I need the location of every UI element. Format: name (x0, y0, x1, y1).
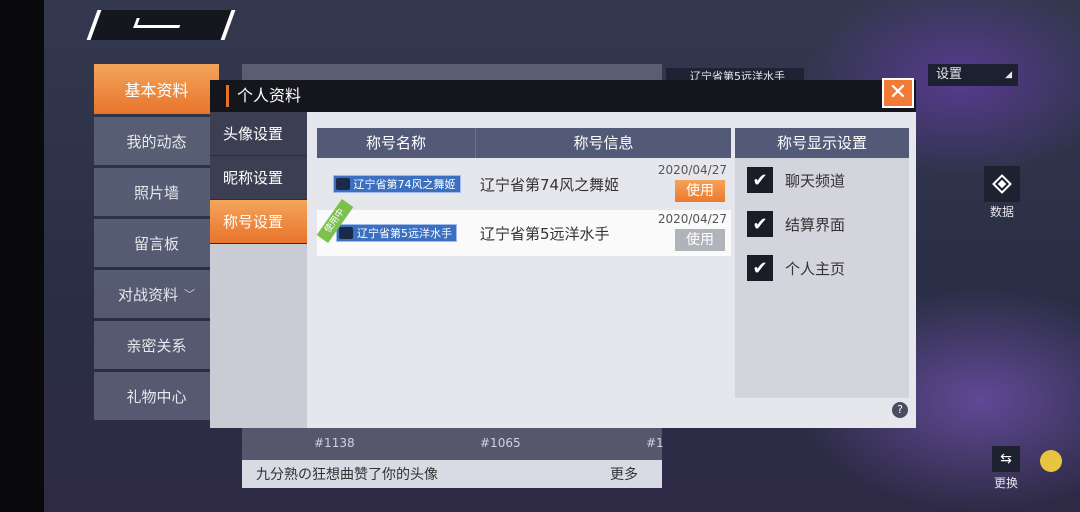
profile-modal: 个人资料 ✕ 头像设置 昵称设置 称号设置 称号名称 称号信息 辽宁省第74风之… (210, 78, 916, 428)
tab-title-settings[interactable]: 称号设置 (210, 200, 307, 244)
side-item-relationships[interactable]: 亲密关系 (94, 321, 219, 369)
title-info: 辽宁省第5远洋水手 (480, 224, 610, 243)
activity-message: 九分熟の狂想曲赞了你的头像 (256, 467, 438, 483)
tab-nickname-settings[interactable]: 昵称设置 (210, 156, 307, 200)
header-title-name: 称号名称 (317, 128, 476, 158)
checkbox-checked-icon[interactable]: ✔ (747, 167, 773, 193)
help-icon[interactable]: ? (892, 402, 908, 418)
title-badge: 辽宁省第74风之舞姬 (332, 175, 461, 193)
chevron-down-icon: ﹀ (184, 288, 195, 301)
emblem-icon (335, 178, 350, 190)
close-icon: ✕ (888, 80, 908, 105)
title-date: 2020/04/27 (657, 212, 727, 226)
back-arrow-icon (133, 18, 183, 28)
option-chat-channel[interactable]: ✔ 聊天频道 (735, 158, 909, 202)
dropdown-triangle-icon: ◢ (1005, 70, 1012, 80)
side-item-gift-center[interactable]: 礼物中心 (94, 372, 219, 420)
modal-header: 个人资料 ✕ (210, 78, 916, 112)
checkbox-checked-icon[interactable]: ✔ (747, 211, 773, 237)
table-row[interactable]: 使用中 辽宁省第5远洋水手 辽宁省第5远洋水手 2020/04/27 使用 (316, 198, 731, 256)
profile-side-nav: 基本资料 我的动态 照片墙 留言板 对战资料 ﹀ 亲密关系 礼物中心 (94, 64, 219, 423)
bg-id-label: #1138 (314, 436, 355, 450)
header-title-info: 称号信息 (573, 134, 634, 152)
side-item-battle-info[interactable]: 对战资料 ﹀ (94, 270, 219, 318)
swap-button[interactable]: ⇆ (992, 446, 1020, 472)
side-item-message-board[interactable]: 留言板 (94, 219, 219, 267)
data-button[interactable] (984, 166, 1020, 202)
bg-id-label: #1 (646, 436, 664, 450)
table-row[interactable]: 辽宁省第74风之舞姬 辽宁省第74风之舞姬 2020/04/27 使用 (317, 161, 731, 207)
decorative-orb (1040, 450, 1062, 472)
diamond-icon (992, 174, 1012, 194)
title-table: 称号名称 称号信息 辽宁省第74风之舞姬 辽宁省第74风之舞姬 2020/04/… (316, 128, 731, 256)
option-settlement-screen[interactable]: ✔ 结算界面 (735, 202, 909, 246)
settings-dropdown[interactable]: 设置 ◢ (928, 64, 1018, 86)
modal-title: 个人资料 (226, 85, 301, 107)
title-display-settings: 称号显示设置 ✔ 聊天频道 ✔ 结算界面 ✔ 个人主页 (735, 128, 909, 398)
swap-icon: ⇆ (1000, 451, 1012, 467)
display-settings-header: 称号显示设置 (735, 128, 909, 158)
side-item-photo-wall[interactable]: 照片墙 (94, 168, 219, 216)
use-button[interactable]: 使用 (675, 180, 725, 202)
tab-avatar-settings[interactable]: 头像设置 (210, 112, 307, 156)
screen-edge (0, 0, 44, 512)
checkbox-checked-icon[interactable]: ✔ (747, 255, 773, 281)
option-personal-homepage[interactable]: ✔ 个人主页 (735, 246, 909, 290)
emblem-icon (339, 227, 353, 239)
use-button-disabled[interactable]: 使用 (675, 229, 725, 251)
side-item-basic-info[interactable]: 基本资料 (94, 64, 219, 114)
activity-message-bar[interactable]: 九分熟の狂想曲赞了你的头像 更多 (242, 460, 662, 488)
title-info: 辽宁省第74风之舞姬 (480, 175, 620, 194)
title-badge: 辽宁省第5远洋水手 (336, 224, 457, 242)
bg-id-label: #1065 (480, 436, 521, 450)
title-settings-content: 称号名称 称号信息 辽宁省第74风之舞姬 辽宁省第74风之舞姬 2020/04/… (307, 112, 916, 428)
side-item-my-activity[interactable]: 我的动态 (94, 117, 219, 165)
title-date: 2020/04/27 (657, 163, 727, 177)
modal-tab-list: 头像设置 昵称设置 称号设置 (210, 112, 307, 428)
close-button[interactable]: ✕ (882, 78, 914, 108)
more-link[interactable]: 更多 (610, 464, 638, 484)
table-header: 称号名称 称号信息 (317, 128, 731, 158)
swap-button-label: 更换 (993, 476, 1018, 490)
data-button-label: 数据 (989, 205, 1014, 219)
